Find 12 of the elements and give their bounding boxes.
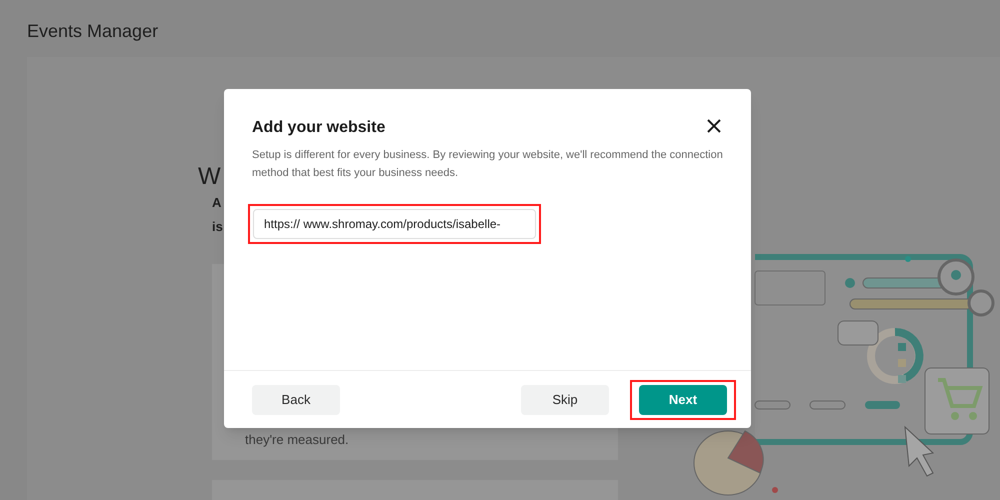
url-field[interactable]: https:// www.shromay.com/products/isabelle- — [253, 209, 536, 239]
next-button[interactable]: Next — [639, 384, 727, 414]
secondary-button[interactable]: Back — [252, 384, 340, 414]
dialog-title: Add your website — [252, 118, 386, 138]
card-text: they're measured. — [245, 431, 349, 449]
intro-text: A — [212, 194, 222, 212]
page-title: Events Manager — [27, 20, 158, 43]
section-heading: W — [198, 165, 221, 189]
secondary-button[interactable]: Skip — [521, 384, 609, 414]
dialog-description: Setup is different for every business. By reviewing your website, we'll recommend the connection method that best fits your business needs. — [251, 148, 724, 181]
intro-text: is — [212, 218, 223, 236]
close-icon[interactable] — [707, 119, 721, 133]
